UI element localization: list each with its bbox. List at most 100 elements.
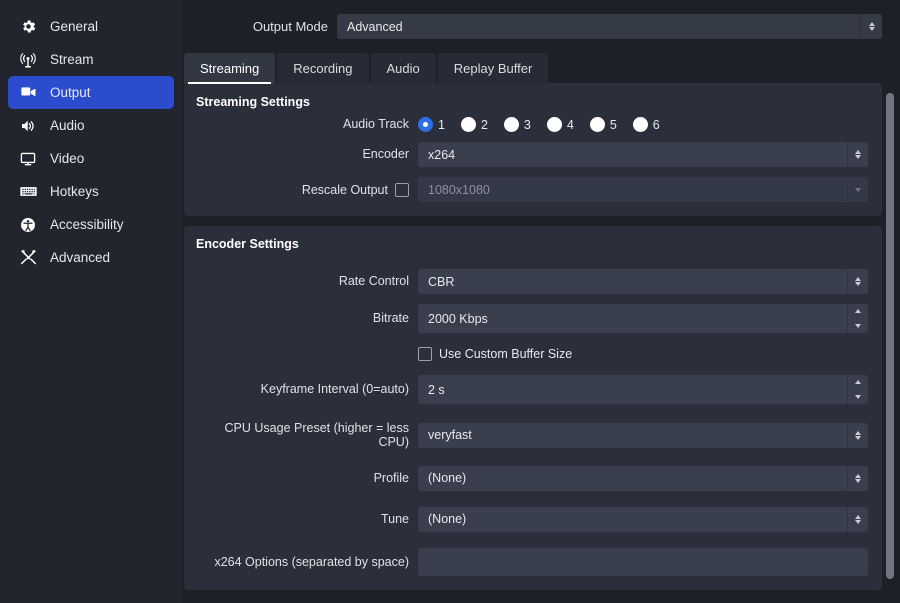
use-custom-buffer-size-label: Use Custom Buffer Size: [439, 347, 572, 361]
tune-row: Tune (None): [194, 507, 868, 532]
sidebar-item-output[interactable]: Output: [8, 76, 174, 109]
bitrate-row: Bitrate 2000 Kbps: [194, 304, 868, 333]
keyframe-interval-value: 2 s: [418, 375, 847, 404]
sidebar-item-hotkeys[interactable]: Hotkeys: [8, 175, 174, 208]
profile-value: (None): [418, 466, 847, 491]
bitrate-spinbox[interactable]: 2000 Kbps: [418, 304, 868, 333]
tools-icon: [18, 248, 38, 268]
tab-audio[interactable]: Audio: [371, 53, 436, 84]
rate-control-label: Rate Control: [194, 274, 418, 288]
speaker-icon: [18, 116, 38, 136]
chevron-updown-icon[interactable]: [847, 466, 868, 491]
bitrate-label: Bitrate: [194, 311, 418, 325]
radio-icon[interactable]: [504, 117, 519, 132]
cpu-preset-select[interactable]: veryfast: [418, 423, 868, 448]
use-custom-buffer-size-checkbox[interactable]: [418, 347, 432, 361]
profile-select[interactable]: (None): [418, 466, 868, 491]
x264-options-input[interactable]: [418, 548, 868, 576]
radio-label: 3: [524, 118, 531, 132]
rescale-output-checkbox[interactable]: [395, 183, 409, 197]
rescale-output-select[interactable]: 1080x1080: [418, 177, 868, 202]
sidebar-item-advanced[interactable]: Advanced: [8, 241, 174, 274]
sidebar-item-label: Advanced: [50, 251, 110, 265]
chevron-updown-icon[interactable]: [847, 142, 868, 167]
audio-track-option-6[interactable]: 6: [633, 117, 660, 132]
radio-icon[interactable]: [633, 117, 648, 132]
radio-icon[interactable]: [590, 117, 605, 132]
audio-track-label: Audio Track: [194, 117, 418, 131]
sidebar-item-label: General: [50, 20, 98, 34]
output-tabs: Streaming Recording Audio Replay Buffer: [184, 51, 900, 84]
keyframe-interval-row: Keyframe Interval (0=auto) 2 s: [194, 375, 868, 404]
radio-icon[interactable]: [461, 117, 476, 132]
output-mode-value: Advanced: [337, 14, 860, 39]
chevron-updown-icon[interactable]: [860, 14, 882, 39]
rescale-output-value: 1080x1080: [418, 177, 847, 202]
encoder-settings-panel: Encoder Settings Rate Control CBR Bitrat…: [184, 226, 882, 590]
spinner-arrows-icon[interactable]: [847, 304, 868, 333]
radio-label: 5: [610, 118, 617, 132]
custom-buffer-row: Use Custom Buffer Size: [194, 347, 868, 361]
chevron-down-icon[interactable]: [847, 177, 868, 202]
sidebar-item-stream[interactable]: Stream: [8, 43, 174, 76]
encoder-select[interactable]: x264: [418, 142, 868, 167]
tab-label: Streaming: [200, 61, 259, 76]
encoder-value: x264: [418, 142, 847, 167]
keyframe-interval-label: Keyframe Interval (0=auto): [194, 382, 418, 396]
settings-scrollbar[interactable]: [883, 88, 897, 597]
tune-value: (None): [418, 507, 847, 532]
tune-label: Tune: [194, 512, 418, 526]
rate-control-select[interactable]: CBR: [418, 269, 868, 294]
tab-streaming[interactable]: Streaming: [184, 53, 275, 84]
sidebar-item-label: Stream: [50, 53, 94, 67]
broadcast-icon: [18, 50, 38, 70]
encoder-row: Encoder x264: [194, 142, 868, 167]
radio-icon[interactable]: [547, 117, 562, 132]
sidebar-item-audio[interactable]: Audio: [8, 109, 174, 142]
radio-label: 6: [653, 118, 660, 132]
sidebar-item-video[interactable]: Video: [8, 142, 174, 175]
sidebar-item-label: Hotkeys: [50, 185, 99, 199]
sidebar-item-accessibility[interactable]: Accessibility: [8, 208, 174, 241]
scrollbar-thumb[interactable]: [886, 93, 894, 579]
encoder-settings-title: Encoder Settings: [196, 237, 868, 251]
tab-label: Audio: [387, 61, 420, 76]
streaming-settings-panel: Streaming Settings Audio Track 1 2: [184, 84, 882, 216]
sidebar-item-label: Video: [50, 152, 84, 166]
cpu-preset-row: CPU Usage Preset (higher = less CPU) ver…: [194, 421, 868, 450]
encoder-label: Encoder: [194, 147, 418, 161]
output-mode-row: Output Mode Advanced: [182, 0, 900, 43]
audio-track-option-2[interactable]: 2: [461, 117, 488, 132]
output-mode-select[interactable]: Advanced: [337, 14, 882, 39]
audio-track-option-4[interactable]: 4: [547, 117, 574, 132]
rescale-output-label: Rescale Output: [302, 183, 388, 197]
settings-sidebar: General Stream Output: [0, 0, 182, 603]
audio-track-option-3[interactable]: 3: [504, 117, 531, 132]
tune-select[interactable]: (None): [418, 507, 868, 532]
keyframe-interval-spinbox[interactable]: 2 s: [418, 375, 868, 404]
tab-label: Replay Buffer: [454, 61, 533, 76]
radio-label: 1: [438, 118, 445, 132]
sidebar-item-general[interactable]: General: [8, 10, 174, 43]
audio-track-radio-group: 1 2 3 4: [418, 117, 660, 132]
monitor-icon: [18, 149, 38, 169]
rate-control-row: Rate Control CBR: [194, 269, 868, 294]
radio-selected-icon[interactable]: [418, 117, 433, 132]
profile-row: Profile (None): [194, 466, 868, 491]
chevron-updown-icon[interactable]: [847, 507, 868, 532]
sidebar-item-label: Output: [50, 86, 91, 100]
audio-track-row: Audio Track 1 2: [194, 117, 868, 132]
tab-recording[interactable]: Recording: [277, 53, 368, 84]
gear-icon: [18, 17, 38, 37]
tab-replay-buffer[interactable]: Replay Buffer: [438, 53, 549, 84]
streaming-settings-title: Streaming Settings: [196, 95, 868, 109]
rescale-output-row: Rescale Output 1080x1080: [194, 177, 868, 202]
audio-track-option-1[interactable]: 1: [418, 117, 445, 132]
chevron-updown-icon[interactable]: [847, 423, 868, 448]
audio-track-option-5[interactable]: 5: [590, 117, 617, 132]
radio-label: 4: [567, 118, 574, 132]
chevron-updown-icon[interactable]: [847, 269, 868, 294]
spinner-arrows-icon[interactable]: [847, 375, 868, 404]
accessibility-icon: [18, 215, 38, 235]
use-custom-buffer-size-checkbox-group[interactable]: Use Custom Buffer Size: [418, 347, 572, 361]
